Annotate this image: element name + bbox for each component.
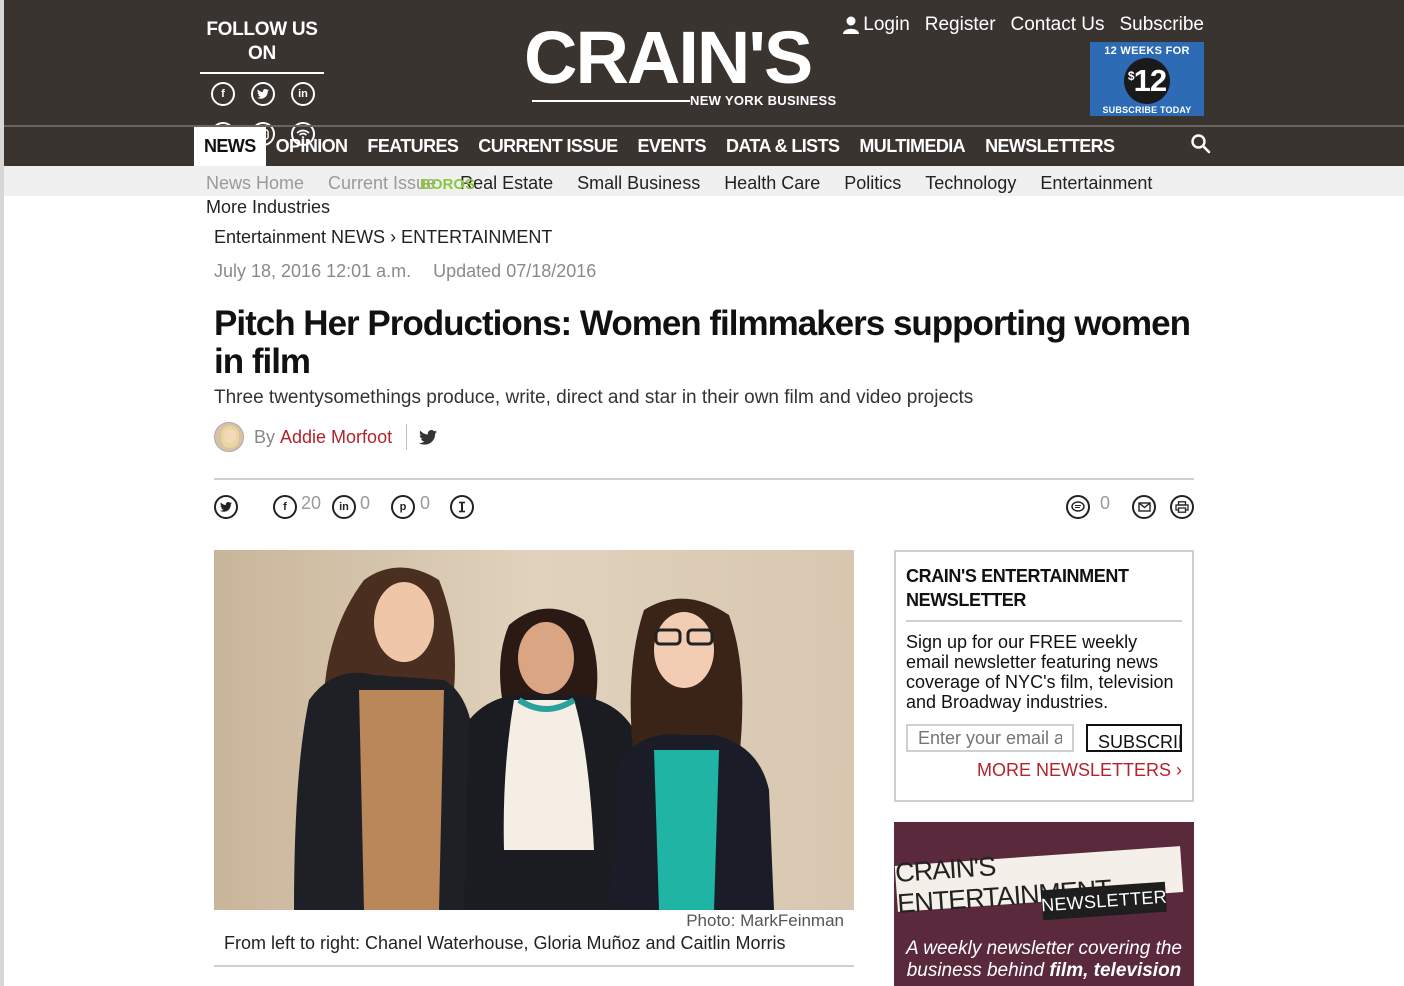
follow-divider bbox=[200, 72, 324, 74]
pinterest-share-icon[interactable]: p bbox=[391, 495, 415, 519]
article-dek: Three twentysomethings produce, write, d… bbox=[214, 387, 974, 408]
account-links: Login Register Contact Us Subscribe bbox=[843, 14, 1204, 36]
article-photo[interactable] bbox=[214, 550, 854, 910]
promo-line-2-bold: film, television bbox=[1049, 960, 1182, 981]
twitter-share-icon[interactable] bbox=[214, 495, 238, 519]
byline-divider bbox=[406, 424, 408, 450]
login-link[interactable]: Login bbox=[843, 14, 910, 36]
facebook-icon[interactable]: f bbox=[211, 82, 235, 106]
byline: By Addie Morfoot bbox=[214, 422, 438, 452]
subscription-promo[interactable]: 12 WEEKS FOR $12 SUBSCRIBE TODAY bbox=[1090, 42, 1204, 116]
crains-logo[interactable]: CRAIN'S NEW YORK BUSINESS bbox=[524, 16, 850, 112]
contact-link[interactable]: Contact Us bbox=[1011, 14, 1105, 36]
breadcrumb[interactable]: Entertainment NEWS › ENTERTAINMENT bbox=[214, 227, 552, 248]
share-toolbar: f 20 in 0 p 0 0 bbox=[214, 493, 1194, 521]
boros-link[interactable]: BOROS bbox=[420, 176, 475, 193]
email-input[interactable] bbox=[906, 724, 1074, 752]
subscribe-button[interactable]: SUBSCRIBE bbox=[1086, 724, 1182, 752]
nav-events[interactable]: EVENTS bbox=[628, 127, 716, 166]
newsletter-divider bbox=[906, 620, 1182, 622]
subscribe-link[interactable]: Subscribe bbox=[1120, 14, 1205, 36]
logo-rule bbox=[532, 100, 690, 102]
user-icon bbox=[843, 16, 860, 34]
promo-price-badge: $12 bbox=[1124, 58, 1170, 104]
comments-count: 0 bbox=[1100, 493, 1111, 513]
print-icon[interactable] bbox=[1170, 495, 1194, 519]
nav-multimedia[interactable]: MULTIMEDIA bbox=[849, 127, 975, 166]
logo-wordmark: CRAIN'S bbox=[524, 16, 813, 99]
nav-opinion[interactable]: OPINION bbox=[266, 127, 358, 166]
updated-date: Updated 07/18/2016 bbox=[433, 261, 597, 281]
photo-credit: Photo: MarkFeinman bbox=[686, 911, 844, 930]
entertainment-newsletter-promo[interactable]: CRAIN'S ENTERTAINMENT NEWSLETTER A weekl… bbox=[894, 822, 1194, 986]
author-twitter-icon[interactable] bbox=[419, 429, 438, 445]
newsletter-title: CRAIN'S ENTERTAINMENT NEWSLETTER bbox=[906, 566, 1129, 610]
reprint-icon[interactable] bbox=[450, 495, 474, 519]
subnav-small-business[interactable]: Small Business bbox=[577, 173, 700, 194]
twitter-icon[interactable] bbox=[251, 82, 275, 106]
nav-news[interactable]: NEWS bbox=[194, 127, 266, 166]
nav-data-lists[interactable]: DATA & LISTS bbox=[716, 127, 849, 166]
promo-headline: 12 WEEKS FOR bbox=[1104, 45, 1190, 57]
byline-prefix: By bbox=[254, 426, 276, 447]
promo-line-2-text: business behind bbox=[906, 960, 1045, 981]
publish-date: July 18, 2016 12:01 a.m. bbox=[214, 261, 412, 281]
author-avatar[interactable] bbox=[214, 422, 244, 452]
nav-newsletters[interactable]: NEWSLETTERS bbox=[975, 127, 1124, 166]
divider bbox=[214, 478, 1194, 480]
subnav-politics[interactable]: Politics bbox=[844, 173, 901, 194]
sub-nav: News Home Current Issue Real Estate Smal… bbox=[206, 173, 1152, 194]
login-label: Login bbox=[863, 14, 910, 35]
more-industries-link[interactable]: More Industries bbox=[206, 197, 330, 218]
main-nav: NEWS OPINION FEATURES CURRENT ISSUE EVEN… bbox=[194, 127, 1124, 166]
nav-current-issue[interactable]: CURRENT ISSUE bbox=[468, 127, 627, 166]
linkedin-icon[interactable]: in bbox=[291, 82, 315, 106]
facebook-share-icon[interactable]: f bbox=[273, 495, 297, 519]
logo-subtitle: NEW YORK BUSINESS bbox=[690, 93, 837, 108]
author-link[interactable]: Addie Morfoot bbox=[280, 427, 392, 448]
linkedin-share-icon[interactable]: in bbox=[332, 495, 356, 519]
linkedin-share-count: 0 bbox=[360, 493, 371, 513]
article-headline: Pitch Her Productions: Women filmmakers … bbox=[214, 304, 1191, 381]
promo-line-1: A weekly newsletter covering the bbox=[906, 938, 1182, 959]
register-link[interactable]: Register bbox=[925, 14, 996, 36]
dateline: July 18, 2016 12:01 a.m. Updated 07/18/2… bbox=[214, 261, 596, 282]
nav-features[interactable]: FEATURES bbox=[357, 127, 468, 166]
subnav-health-care[interactable]: Health Care bbox=[724, 173, 820, 194]
promo-price: 12 bbox=[1133, 63, 1167, 98]
newsletter-form: SUBSCRIBE bbox=[906, 724, 1182, 752]
promo-cta: SUBSCRIBE TODAY bbox=[1102, 105, 1192, 115]
follow-us-title: FOLLOW US ON bbox=[206, 19, 318, 64]
search-icon[interactable] bbox=[1190, 133, 1212, 155]
newsletter-description: Sign up for our FREE weekly email newsle… bbox=[906, 632, 1174, 712]
newsletter-signup-box: CRAIN'S ENTERTAINMENT NEWSLETTER Sign up… bbox=[894, 550, 1194, 802]
comments-icon[interactable] bbox=[1066, 495, 1090, 519]
subnav-news-home[interactable]: News Home bbox=[206, 173, 304, 194]
subnav-entertainment[interactable]: Entertainment bbox=[1040, 173, 1152, 194]
promo-line-2: business behind film, television bbox=[894, 960, 1194, 982]
more-newsletters-link[interactable]: MORE NEWSLETTERS › bbox=[906, 760, 1182, 781]
caption-divider bbox=[214, 965, 854, 967]
email-icon[interactable] bbox=[1132, 495, 1156, 519]
subnav-technology[interactable]: Technology bbox=[925, 173, 1016, 194]
photo-caption: From left to right: Chanel Waterhouse, G… bbox=[224, 933, 786, 953]
facebook-share-count: 20 bbox=[301, 493, 322, 513]
pinterest-share-count: 0 bbox=[420, 493, 431, 513]
promo-description: A weekly newsletter covering the busines… bbox=[894, 938, 1194, 982]
